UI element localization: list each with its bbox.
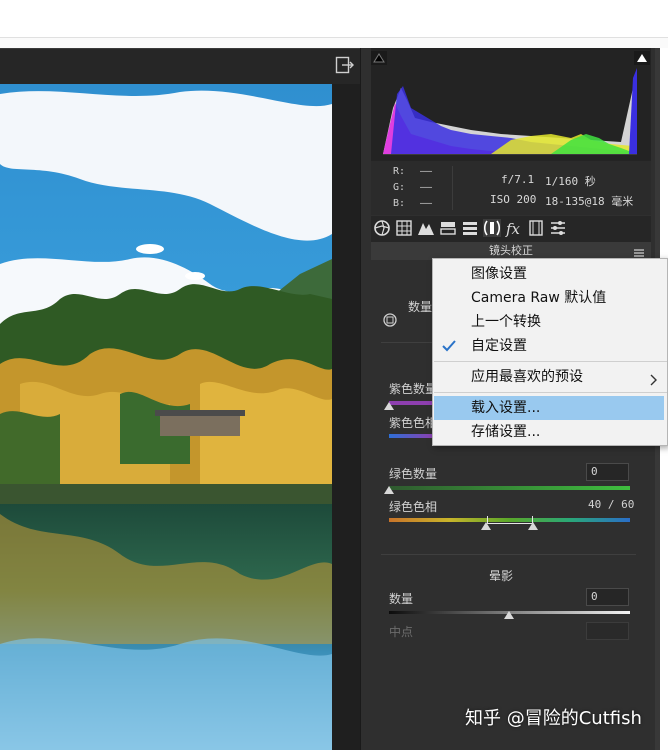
split-toning-icon[interactable] xyxy=(439,219,457,237)
top-gap xyxy=(0,38,668,48)
lens-correction-icon[interactable] xyxy=(483,219,501,237)
b-label: B: xyxy=(393,198,406,209)
shutter-value: 1/160 秒 xyxy=(545,175,596,188)
green-hue-label: 绿色色相 xyxy=(389,500,438,514)
vignette-midpoint-label: 中点 xyxy=(389,625,414,639)
readout-divider xyxy=(452,166,453,210)
defringe-target-icon[interactable] xyxy=(381,311,399,329)
g-value: —— xyxy=(420,182,433,193)
green-amount-track[interactable] xyxy=(389,486,630,490)
section-divider xyxy=(381,342,436,343)
vignette-amount-thumb[interactable] xyxy=(504,611,514,619)
section-divider xyxy=(381,554,636,555)
purple-hue-track[interactable] xyxy=(389,434,434,438)
menu-item-save-settings[interactable]: 存储设置... xyxy=(434,420,664,444)
iso-value: ISO 200 xyxy=(490,193,537,206)
watermark: 知乎 @冒险的Cutfish xyxy=(465,708,642,729)
mountain-icon[interactable] xyxy=(417,219,435,237)
b-value: —— xyxy=(420,198,433,209)
submenu-arrow-icon xyxy=(649,371,659,386)
film-icon[interactable] xyxy=(527,219,545,237)
exit-fullscreen-icon[interactable] xyxy=(335,56,355,74)
purple-amount-thumb[interactable] xyxy=(384,402,394,410)
green-hue-value: 40 / 60 xyxy=(588,498,635,511)
green-hue-range xyxy=(487,516,533,524)
g-label: G: xyxy=(393,182,406,193)
green-amount-thumb[interactable] xyxy=(384,486,394,494)
image-gutter xyxy=(332,84,360,750)
r-label: R: xyxy=(393,166,406,177)
top-strip xyxy=(0,0,668,38)
grid-icon[interactable] xyxy=(395,219,413,237)
aperture-icon[interactable] xyxy=(373,219,391,237)
lens-value: 18-135@18 毫米 xyxy=(545,195,634,208)
menu-item-image-settings[interactable]: 图像设置 xyxy=(434,262,664,286)
purple-hue-label: 紫色色相 xyxy=(389,416,438,430)
green-amount-field[interactable]: 0 xyxy=(586,463,629,481)
vignette-amount-field[interactable]: 0 xyxy=(586,588,629,606)
settings-context-menu: 图像设置 Camera Raw 默认值 上一个转换 自定设置 应用最喜欢的预设 … xyxy=(432,258,668,446)
green-hue-low-thumb[interactable] xyxy=(481,522,491,530)
r-value: —— xyxy=(420,166,433,177)
green-amount-label: 绿色数量 xyxy=(389,467,438,481)
menu-item-custom-settings[interactable]: 自定设置 xyxy=(434,334,664,358)
highlight-clipping-icon[interactable] xyxy=(634,50,650,69)
panel-menu-icon[interactable] xyxy=(633,244,645,257)
checkmark-icon xyxy=(441,338,457,354)
menu-item-previous-conversion[interactable]: 上一个转换 xyxy=(434,310,664,334)
fx-icon[interactable]: fx xyxy=(505,219,523,238)
green-hue-high-thumb[interactable] xyxy=(528,522,538,530)
vignette-midpoint-field xyxy=(586,622,629,640)
histogram xyxy=(371,48,651,160)
menu-separator xyxy=(434,361,667,362)
landscape-photo xyxy=(0,84,332,750)
photo-preview[interactable] xyxy=(0,84,332,750)
menu-item-camera-raw-defaults[interactable]: Camera Raw 默认值 xyxy=(434,286,664,310)
svg-text:fx: fx xyxy=(505,220,521,237)
defringe-amount-label: 数量 xyxy=(408,300,433,314)
menu-separator xyxy=(434,392,667,393)
vignette-amount-label: 数量 xyxy=(389,592,414,606)
menu-item-load-settings[interactable]: 载入设置... xyxy=(434,396,664,420)
aperture-value: f/7.1 xyxy=(501,173,535,186)
purple-amount-track[interactable] xyxy=(389,401,434,405)
vignette-title: 晕影 xyxy=(489,569,514,583)
shadow-clipping-icon[interactable] xyxy=(371,50,387,69)
presets-sliders-icon[interactable] xyxy=(549,219,567,237)
purple-amount-label: 紫色数量 xyxy=(389,382,438,396)
menu-item-apply-favorite-preset[interactable]: 应用最喜欢的预设 xyxy=(434,365,664,389)
image-toolbar xyxy=(0,48,360,84)
hsl-icon[interactable] xyxy=(461,219,479,237)
